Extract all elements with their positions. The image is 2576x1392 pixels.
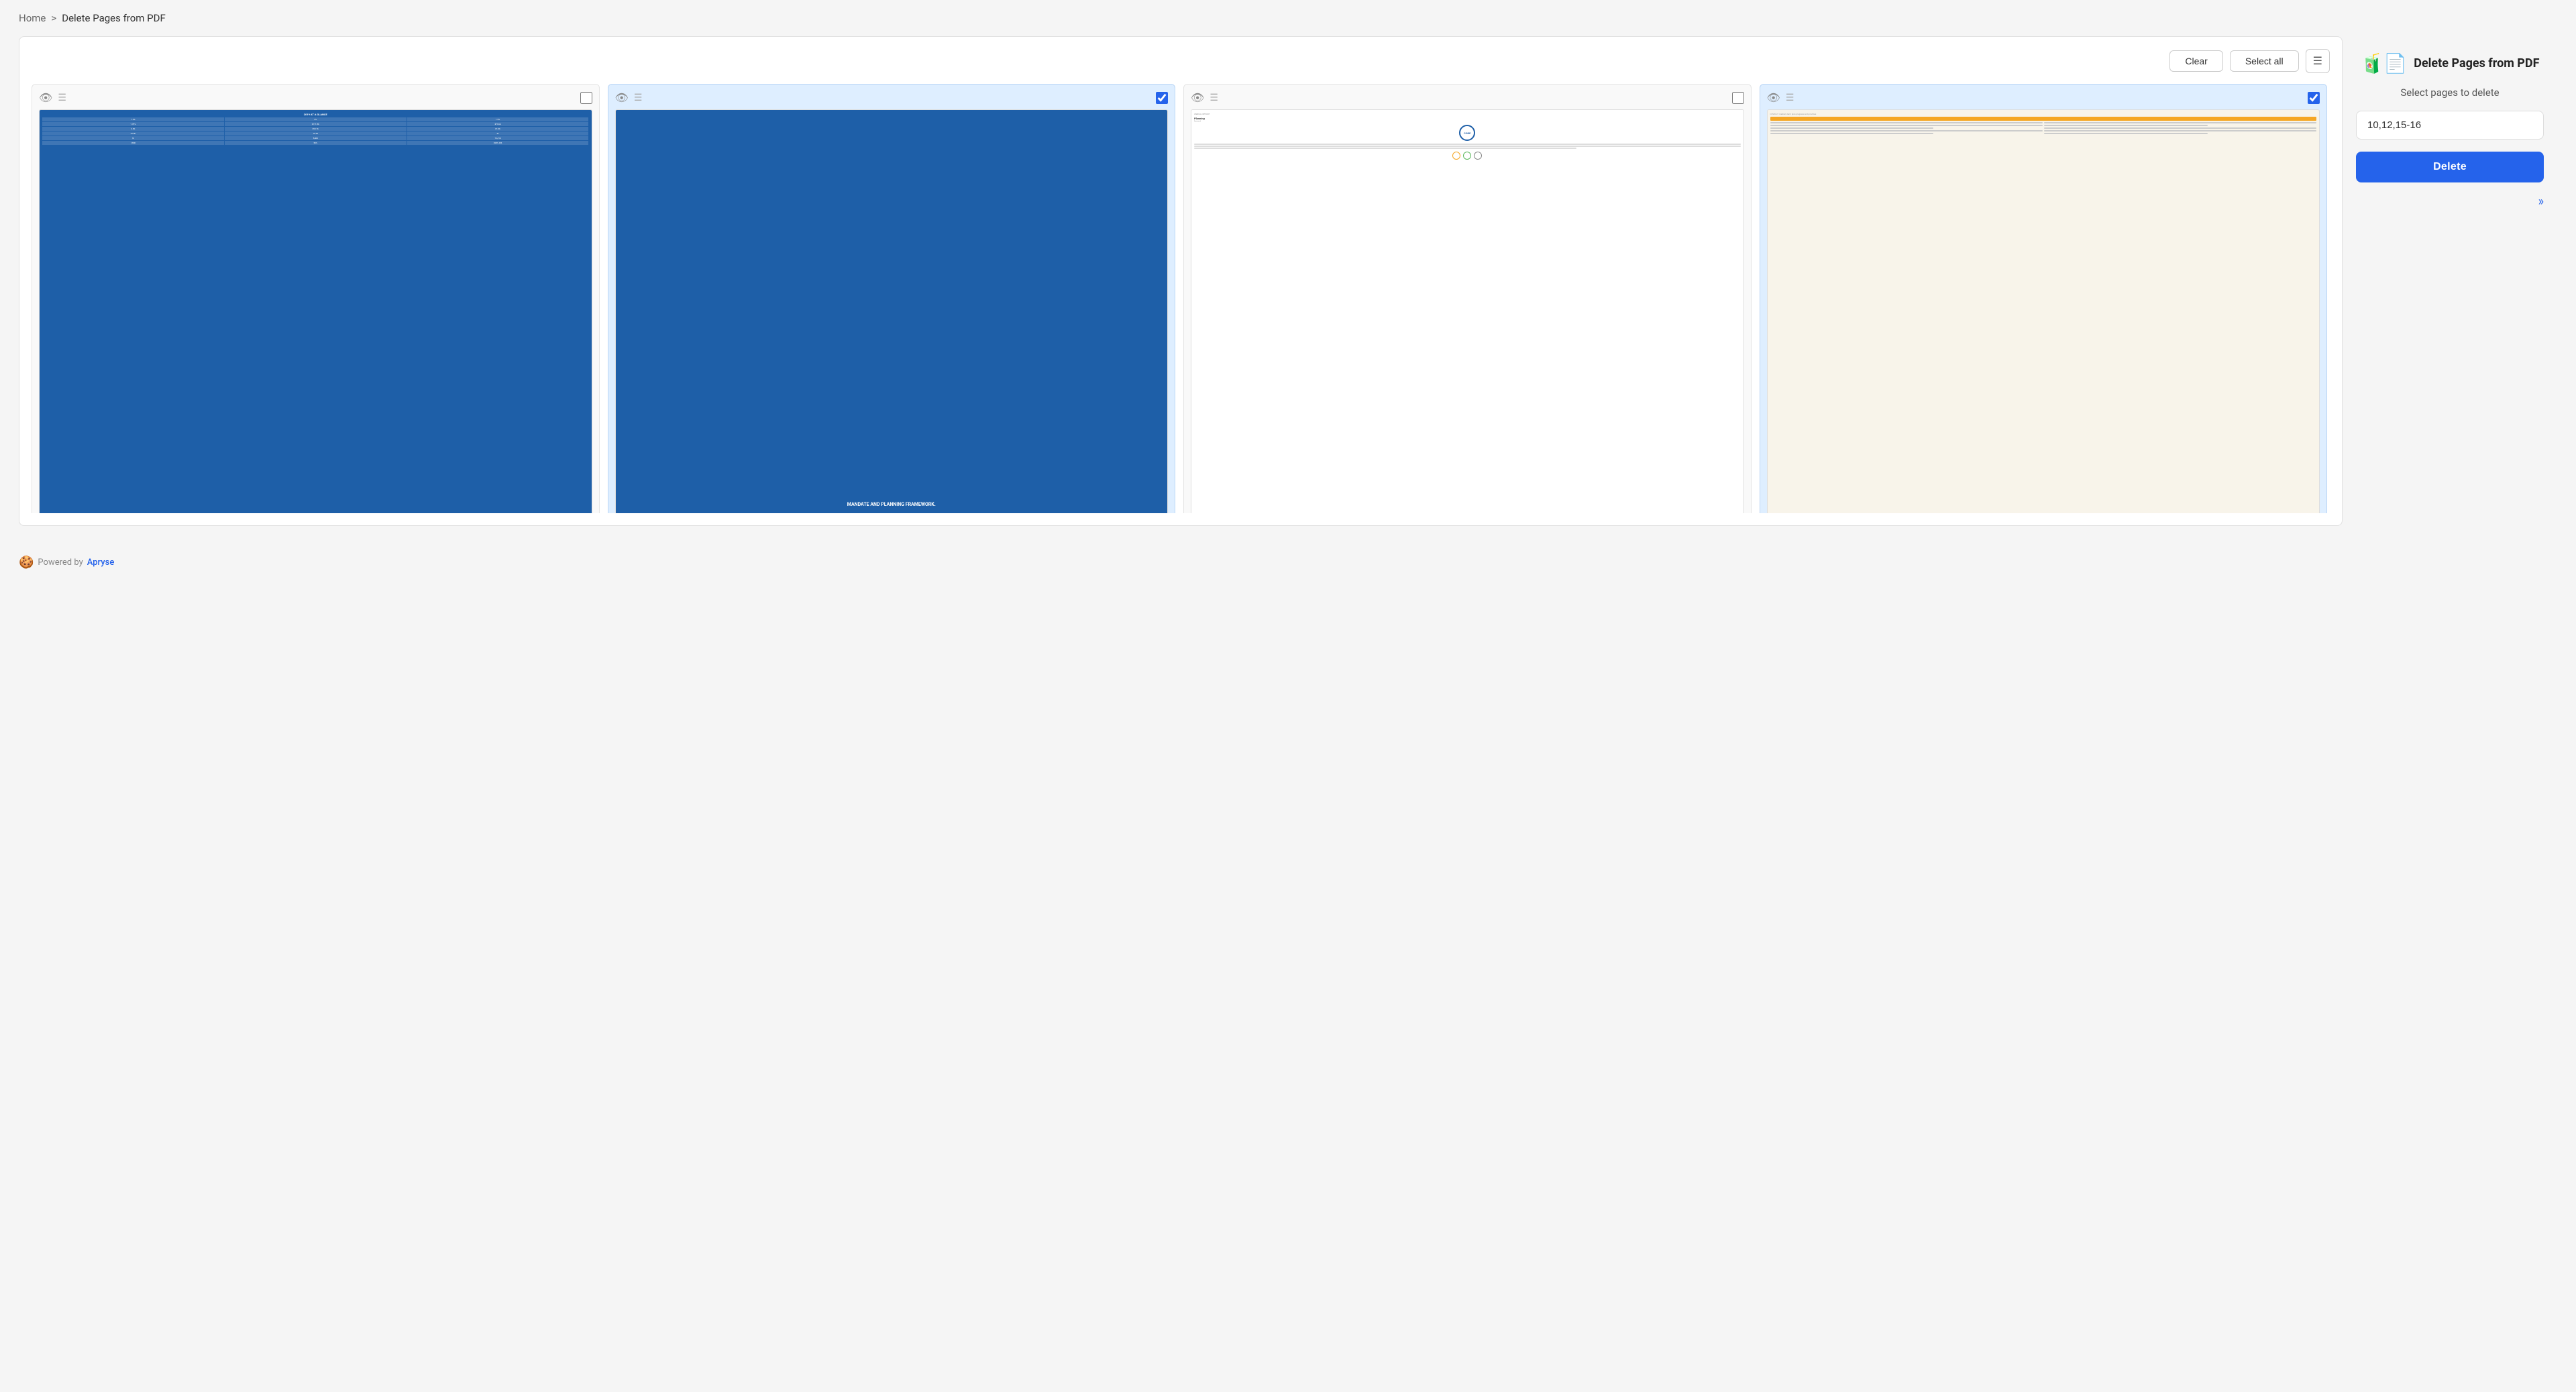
drag-icon-11[interactable]: ☰ [1210, 93, 1218, 103]
checkbox-9[interactable] [580, 92, 592, 104]
delete-button[interactable]: Delete [2356, 152, 2544, 182]
menu-icon: ☰ [2313, 56, 2322, 67]
drag-icon-12[interactable]: ☰ [1786, 93, 1794, 103]
thumbnail-12: COVID-21 medium-term plan progress and p… [1767, 109, 2320, 513]
brand-link[interactable]: Apryse [87, 557, 115, 568]
eye-icon-10[interactable]: 👁 [615, 91, 629, 104]
breadcrumb-current: Delete Pages from PDF [62, 12, 166, 24]
page-card-9-header: 👁 ☰ [39, 91, 592, 104]
page-11-controls: 👁 ☰ [1191, 91, 1218, 104]
footer: 🍪 Powered by Apryse [0, 545, 2576, 580]
powered-by-text: Powered by [38, 557, 83, 568]
page-card-12-header: 👁 ☰ [1767, 91, 2320, 104]
page-card-11-header: 👁 ☰ [1191, 91, 1744, 104]
page-9-controls: 👁 ☰ [39, 91, 66, 104]
tool-title: Delete Pages from PDF [2414, 56, 2539, 70]
clear-button[interactable]: Clear [2169, 50, 2222, 72]
checkbox-10[interactable] [1156, 92, 1168, 104]
eye-icon-9[interactable]: 👁 [39, 91, 52, 104]
drag-icon-9[interactable]: ☰ [58, 93, 66, 103]
breadcrumb: Home > Delete Pages from PDF [0, 0, 2576, 36]
breadcrumb-separator: > [51, 12, 56, 24]
pages-grid: 👁 ☰ 2019 AT A GLANCE 1.6%2%1.9% 1.75%€11… [32, 84, 2330, 513]
breadcrumb-home[interactable]: Home [19, 12, 46, 24]
page-card-10-header: 👁 ☰ [615, 91, 1169, 104]
menu-button[interactable]: ☰ [2306, 49, 2330, 73]
tool-header: 🧃📄 Delete Pages from PDF [2361, 52, 2540, 74]
main-layout: Clear Select all ☰ 👁 ☰ 2019 AT A GLANC [0, 36, 2576, 545]
thumbnail-11: ANNUAL REPORT Planning Framework CORE [1191, 109, 1744, 513]
pages-to-delete-input[interactable] [2356, 111, 2544, 140]
page-10-controls: 👁 ☰ [615, 91, 643, 104]
expand-button[interactable]: » [2538, 195, 2544, 209]
tool-subtitle: Select pages to delete [2400, 87, 2499, 99]
thumbnail-9: 2019 AT A GLANCE 1.6%2%1.9% 1.75%€111.8b… [39, 109, 592, 513]
page-card-10: 👁 ☰ MANDATE AND PLANNING FRAMEWORK. ⊡ 10… [608, 84, 1176, 513]
checkbox-11[interactable] [1732, 92, 1744, 104]
thumbnail-10: MANDATE AND PLANNING FRAMEWORK. [615, 109, 1169, 513]
page-12-controls: 👁 ☰ [1767, 91, 1794, 104]
pdf-panel: Clear Select all ☰ 👁 ☰ 2019 AT A GLANC [19, 36, 2343, 526]
page-card-11: 👁 ☰ ANNUAL REPORT Planning Framework COR… [1183, 84, 1752, 513]
drag-icon-10[interactable]: ☰ [634, 93, 643, 103]
eye-icon-12[interactable]: 👁 [1767, 91, 1780, 104]
tool-icon: 🧃📄 [2361, 52, 2408, 74]
cookie-icon[interactable]: 🍪 [19, 555, 34, 570]
page-card-12: 👁 ☰ COVID-21 medium-term plan progress a… [1760, 84, 2328, 513]
right-panel: 🧃📄 Delete Pages from PDF Select pages to… [2343, 36, 2557, 225]
pdf-panel-header: Clear Select all ☰ [32, 49, 2330, 73]
select-all-button[interactable]: Select all [2230, 50, 2299, 72]
page-card-9: 👁 ☰ 2019 AT A GLANCE 1.6%2%1.9% 1.75%€11… [32, 84, 600, 513]
eye-icon-11[interactable]: 👁 [1191, 91, 1204, 104]
checkbox-12[interactable] [2308, 92, 2320, 104]
